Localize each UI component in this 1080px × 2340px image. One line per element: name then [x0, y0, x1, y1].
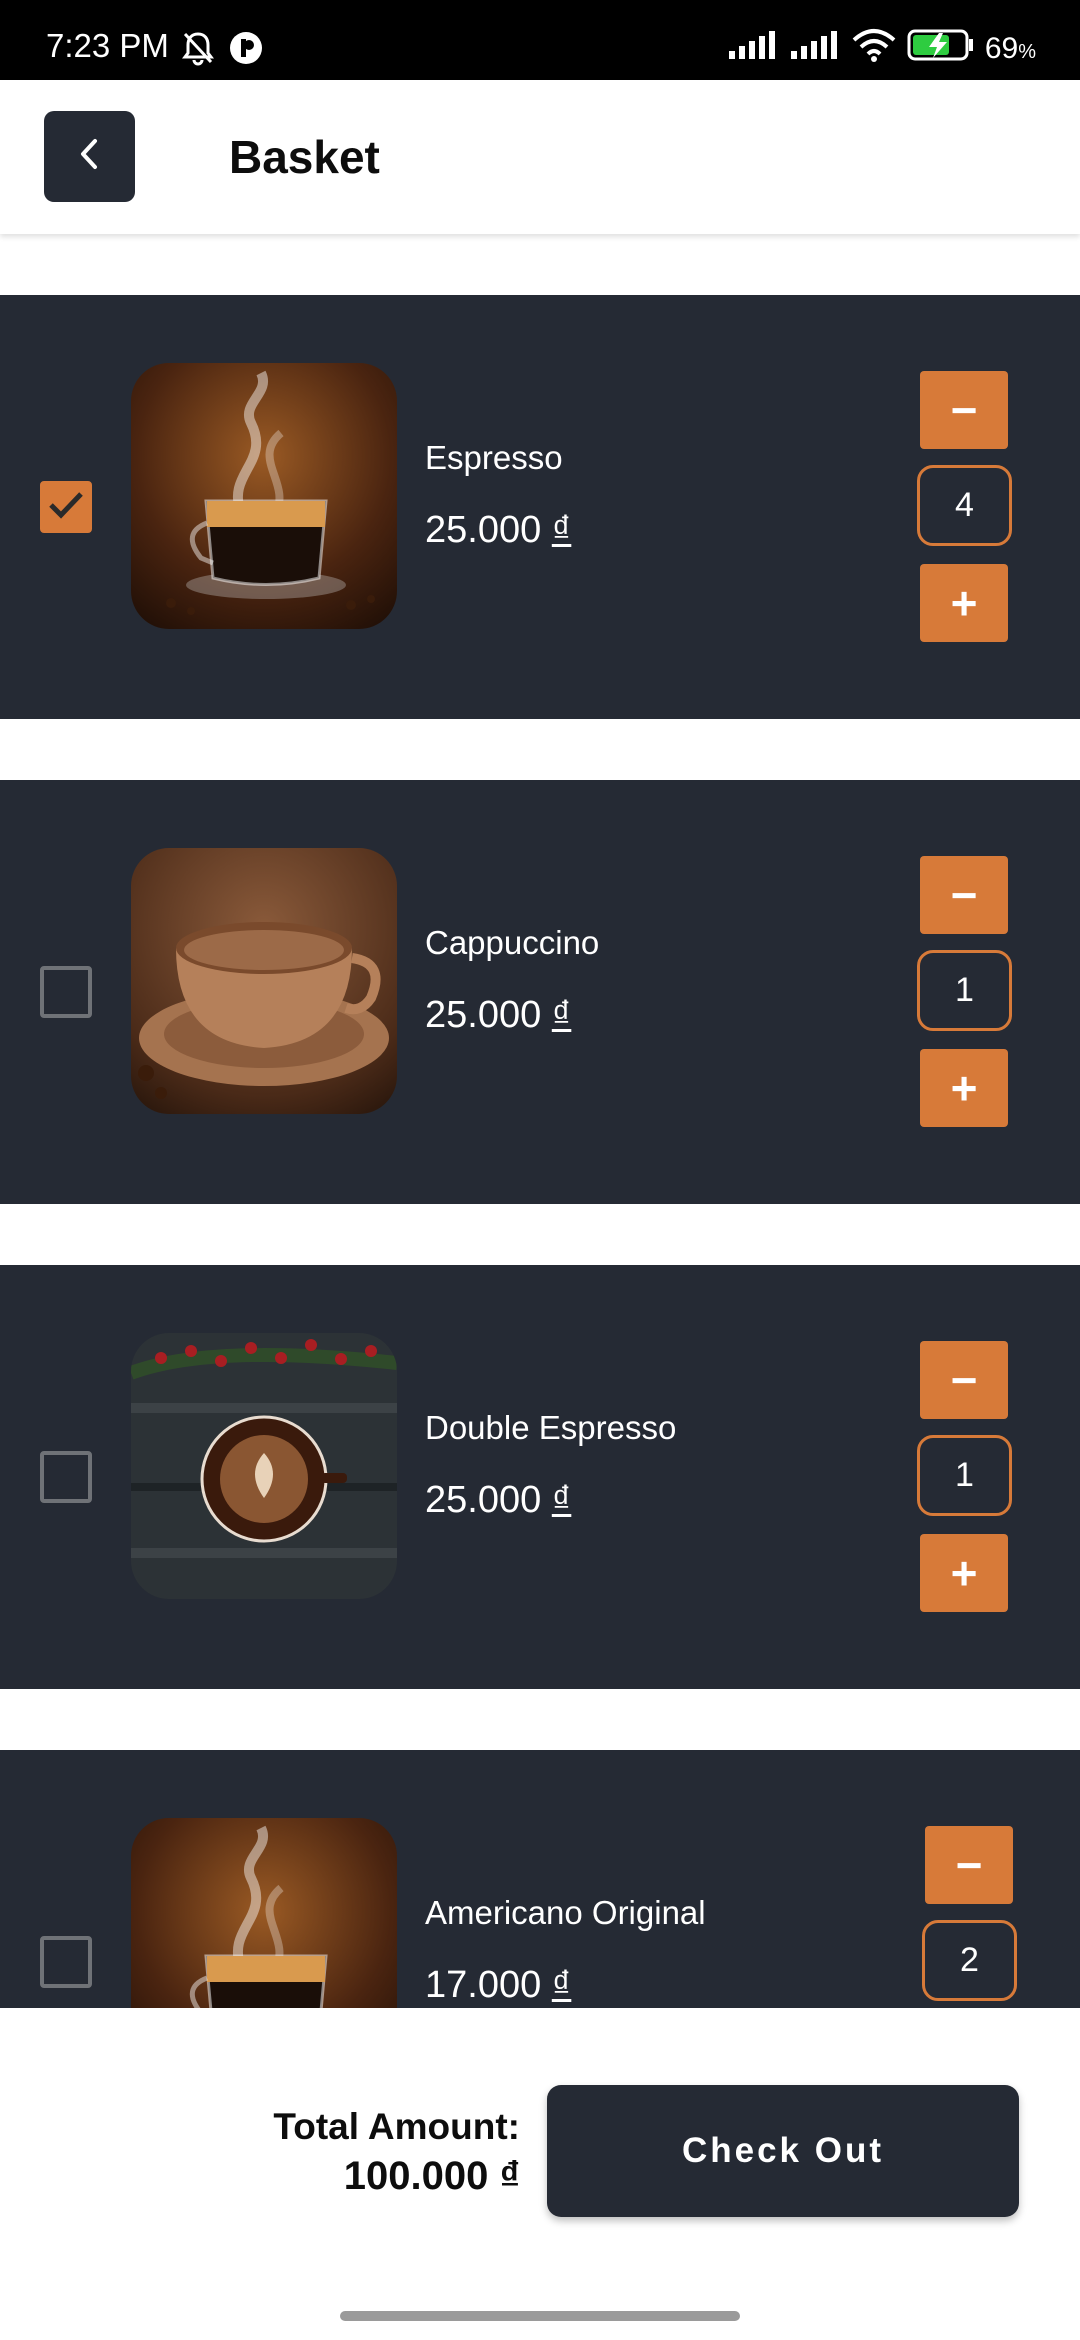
checkout-footer: Total Amount: 100.000 ₫ Check Out	[0, 2008, 1080, 2340]
back-button[interactable]	[44, 111, 135, 202]
decrease-quantity-button[interactable]: −	[920, 856, 1008, 934]
battery-percent: 69%	[984, 32, 1036, 65]
status-bar: 7:23 PM 69%	[0, 0, 1080, 80]
basket-item: Double Espresso 25.000 ₫ − 1 +	[0, 1265, 1080, 1689]
decrease-quantity-button[interactable]: −	[925, 1826, 1013, 1904]
item-checkbox[interactable]	[40, 1936, 92, 1988]
increase-quantity-button[interactable]: +	[920, 564, 1008, 642]
wifi-icon	[851, 28, 897, 70]
item-image	[131, 363, 397, 629]
status-time: 7:23 PM	[46, 27, 169, 64]
item-checkbox[interactable]	[40, 481, 92, 533]
item-price: 25.000 ₫	[425, 1479, 572, 1521]
total-amount-label: Total Amount:	[273, 2106, 520, 2147]
quantity-value: 4	[917, 465, 1012, 546]
quantity-value: 1	[917, 950, 1012, 1031]
item-image	[131, 848, 397, 1114]
checkout-button[interactable]: Check Out	[547, 2085, 1019, 2217]
checkmark-icon	[48, 490, 84, 525]
item-checkbox[interactable]	[40, 966, 92, 1018]
page-title: Basket	[229, 131, 380, 183]
home-indicator[interactable]	[340, 2311, 740, 2321]
item-price: 25.000 ₫	[425, 509, 572, 551]
increase-quantity-button[interactable]: +	[920, 1534, 1008, 1612]
item-price: 17.000 ₫	[425, 1964, 572, 2006]
total-amount-value: 100.000 ₫	[343, 2154, 520, 2198]
app-header: Basket	[0, 80, 1080, 234]
quantity-value: 1	[917, 1435, 1012, 1516]
app-notification-icon	[228, 30, 264, 71]
basket-item: Espresso 25.000 ₫ − 4 +	[0, 295, 1080, 719]
increase-quantity-button[interactable]: +	[920, 1049, 1008, 1127]
item-name: Americano Original	[425, 1894, 706, 1931]
decrease-quantity-button[interactable]: −	[920, 1341, 1008, 1419]
item-checkbox[interactable]	[40, 1451, 92, 1503]
signal-icon	[789, 29, 841, 69]
item-name: Double Espresso	[425, 1409, 677, 1446]
bell-off-icon	[180, 30, 216, 71]
basket-item: Cappuccino 25.000 ₫ − 1 +	[0, 780, 1080, 1204]
item-name: Cappuccino	[425, 924, 600, 961]
item-name: Espresso	[425, 439, 563, 476]
signal-icon	[727, 29, 779, 69]
item-price: 25.000 ₫	[425, 994, 572, 1036]
chevron-left-icon	[75, 137, 105, 176]
battery-charging-icon	[907, 28, 975, 70]
quantity-value: 2	[922, 1920, 1017, 2001]
decrease-quantity-button[interactable]: −	[920, 371, 1008, 449]
item-image	[131, 1333, 397, 1599]
